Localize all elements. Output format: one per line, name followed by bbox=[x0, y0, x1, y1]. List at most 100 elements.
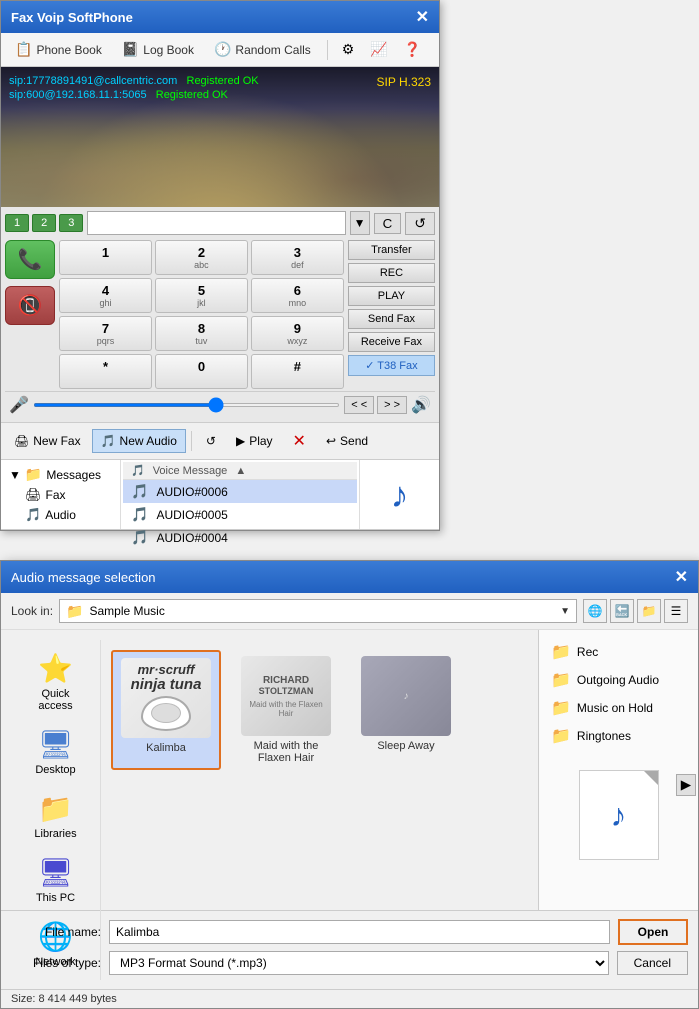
play-toolbar-button[interactable]: ▶ Play bbox=[227, 429, 282, 453]
status-text: Size: 8 414 449 bytes bbox=[11, 993, 117, 1005]
audio-label: Audio bbox=[45, 508, 76, 522]
messages-folder[interactable]: ▼ 📁 Messages bbox=[5, 464, 116, 485]
message-item-0[interactable]: 🎵 AUDIO#0006 bbox=[123, 480, 357, 503]
dial-input[interactable] bbox=[87, 211, 345, 235]
receive-fax-button[interactable]: Receive Fax bbox=[348, 332, 435, 352]
back-button[interactable]: 🔙 bbox=[610, 599, 634, 623]
ringtones-folder[interactable]: 📁 Ringtones bbox=[545, 722, 692, 750]
music-on-hold-folder[interactable]: 📁 Music on Hold bbox=[545, 694, 692, 722]
refresh-button[interactable]: ↺ bbox=[197, 429, 225, 453]
dial-dropdown[interactable]: ▼ bbox=[350, 211, 370, 235]
key-6[interactable]: 6mno bbox=[251, 278, 344, 313]
dialog-close-button[interactable]: ✕ bbox=[675, 567, 688, 587]
fax-label: Fax bbox=[46, 488, 66, 502]
star-icon: ⭐ bbox=[38, 652, 73, 685]
column-header: Voice Message bbox=[153, 465, 228, 477]
help-button[interactable]: ❓ bbox=[398, 37, 427, 62]
dialog-title-bar: Audio message selection ✕ bbox=[1, 561, 698, 593]
settings-button[interactable]: ⚙ bbox=[336, 37, 361, 62]
line-3-button[interactable]: 3 bbox=[59, 214, 83, 232]
message-item-1[interactable]: 🎵 AUDIO#0005 bbox=[123, 503, 357, 526]
message-name: AUDIO#0006 bbox=[156, 485, 227, 499]
chart-button[interactable]: 📈 bbox=[364, 37, 393, 62]
file-sleep-away[interactable]: ♪ Sleep Away bbox=[351, 650, 461, 770]
fax-icon: 🖨 bbox=[14, 434, 29, 448]
messages-folder-label: Messages bbox=[46, 468, 101, 482]
nav-right-button[interactable]: > > bbox=[377, 396, 407, 414]
send-icon: ↩ bbox=[326, 434, 336, 448]
key-2[interactable]: 2abc bbox=[155, 240, 248, 275]
close-button[interactable]: ✕ bbox=[416, 7, 429, 27]
file-kalimba[interactable]: mr·scruff ninja tuna Kalimba bbox=[111, 650, 221, 770]
call-button[interactable]: 📞 bbox=[5, 240, 55, 279]
filename-input[interactable] bbox=[109, 920, 610, 944]
dialog-main: ⭐ Quick access 🖥 Desktop 📁 Libraries 🖥 T… bbox=[1, 630, 698, 910]
nav-left-button[interactable]: < < bbox=[344, 396, 374, 414]
rec-button[interactable]: REC bbox=[348, 263, 435, 283]
key-hash[interactable]: # bbox=[251, 354, 344, 389]
stop-button[interactable]: ✕ bbox=[284, 426, 315, 456]
lookin-buttons: 🌐 🔙 📁 ☰ bbox=[583, 599, 688, 623]
transfer-button[interactable]: Transfer bbox=[348, 240, 435, 260]
speaker-button[interactable]: 🔊 bbox=[411, 395, 431, 415]
send-fax-button[interactable]: Send Fax bbox=[348, 309, 435, 329]
sleepaway-thumbnail: ♪ bbox=[361, 656, 451, 736]
expand-icon: ▼ bbox=[9, 468, 21, 482]
play-label: Play bbox=[249, 434, 272, 448]
audio-selection-dialog: Audio message selection ✕ Look in: 📁 Sam… bbox=[0, 560, 699, 1009]
line-2-button[interactable]: 2 bbox=[32, 214, 56, 232]
new-fax-label: New Fax bbox=[33, 434, 80, 448]
key-1[interactable]: 1 bbox=[59, 240, 152, 275]
key-star[interactable]: * bbox=[59, 354, 152, 389]
audio-icon: 🎵 bbox=[131, 483, 148, 500]
redial-button[interactable]: ↺ bbox=[405, 212, 435, 235]
audio-note-icon: 🎵 bbox=[25, 507, 41, 523]
printer-icon: 🖨 bbox=[25, 487, 42, 503]
send-toolbar-button[interactable]: ↩ Send bbox=[317, 429, 377, 453]
new-audio-button[interactable]: 🎵 New Audio bbox=[92, 429, 186, 453]
quick-access-item[interactable]: ⭐ Quick access bbox=[21, 648, 91, 716]
clear-button[interactable]: C bbox=[374, 213, 402, 234]
kalimba-thumbnail: mr·scruff ninja tuna bbox=[121, 658, 211, 738]
phonebook-button[interactable]: 📋 Phone Book bbox=[7, 37, 110, 62]
randomcalls-button[interactable]: 🕐 Random Calls bbox=[206, 37, 319, 62]
message-item-2[interactable]: 🎵 AUDIO#0004 bbox=[123, 526, 357, 549]
outgoing-audio-folder[interactable]: 📁 Outgoing Audio bbox=[545, 666, 692, 694]
key-7[interactable]: 7pqrs bbox=[59, 316, 152, 351]
key-8[interactable]: 8tuv bbox=[155, 316, 248, 351]
desktop-item[interactable]: 🖥 Desktop bbox=[21, 724, 91, 780]
new-folder-button[interactable]: 📁 bbox=[637, 599, 661, 623]
t38fax-button[interactable]: ✓ T38 Fax bbox=[348, 355, 435, 376]
new-fax-button[interactable]: 🖨 New Fax bbox=[5, 429, 90, 453]
key-4[interactable]: 4ghi bbox=[59, 278, 152, 313]
fax-subfolder[interactable]: 🖨 Fax bbox=[5, 485, 116, 505]
key-9[interactable]: 9wxyz bbox=[251, 316, 344, 351]
audio-subfolder[interactable]: 🎵 Audio bbox=[5, 505, 116, 525]
folder-icon: 📁 bbox=[551, 642, 571, 662]
logbook-button[interactable]: 📓 Log Book bbox=[114, 37, 202, 62]
cancel-button[interactable]: Cancel bbox=[617, 951, 688, 975]
lookin-select[interactable]: 📁 Sample Music ▼ bbox=[59, 599, 577, 623]
rec-folder[interactable]: 📁 Rec bbox=[545, 638, 692, 666]
call-buttons: 📞 📵 bbox=[5, 240, 55, 325]
music-on-hold-label: Music on Hold bbox=[577, 701, 653, 715]
play-button[interactable]: PLAY bbox=[348, 286, 435, 306]
filetype-select[interactable]: MP3 Format Sound (*.mp3) bbox=[109, 951, 609, 975]
scroll-right-button[interactable]: ▶ bbox=[676, 774, 696, 796]
thispc-item[interactable]: 🖥 This PC bbox=[21, 852, 91, 908]
web-button[interactable]: 🌐 bbox=[583, 599, 607, 623]
volume-slider[interactable] bbox=[33, 403, 340, 407]
key-3[interactable]: 3def bbox=[251, 240, 344, 275]
key-5[interactable]: 5jkl bbox=[155, 278, 248, 313]
libraries-item[interactable]: 📁 Libraries bbox=[21, 788, 91, 844]
file-maid[interactable]: RICHARD STOLTZMAN Maid with the Flaxen H… bbox=[231, 650, 341, 770]
open-button[interactable]: Open bbox=[618, 919, 688, 945]
key-0[interactable]: 0 bbox=[155, 354, 248, 389]
action-buttons: Transfer REC PLAY Send Fax Receive Fax ✓… bbox=[348, 240, 435, 376]
rec-label: Rec bbox=[577, 645, 598, 659]
mic-button[interactable]: 🎤 bbox=[9, 395, 29, 415]
hangup-button[interactable]: 📵 bbox=[5, 286, 55, 325]
view-button[interactable]: ☰ bbox=[664, 599, 688, 623]
line-1-button[interactable]: 1 bbox=[5, 214, 29, 232]
filetype-row: Files of type: MP3 Format Sound (*.mp3) … bbox=[11, 951, 688, 975]
